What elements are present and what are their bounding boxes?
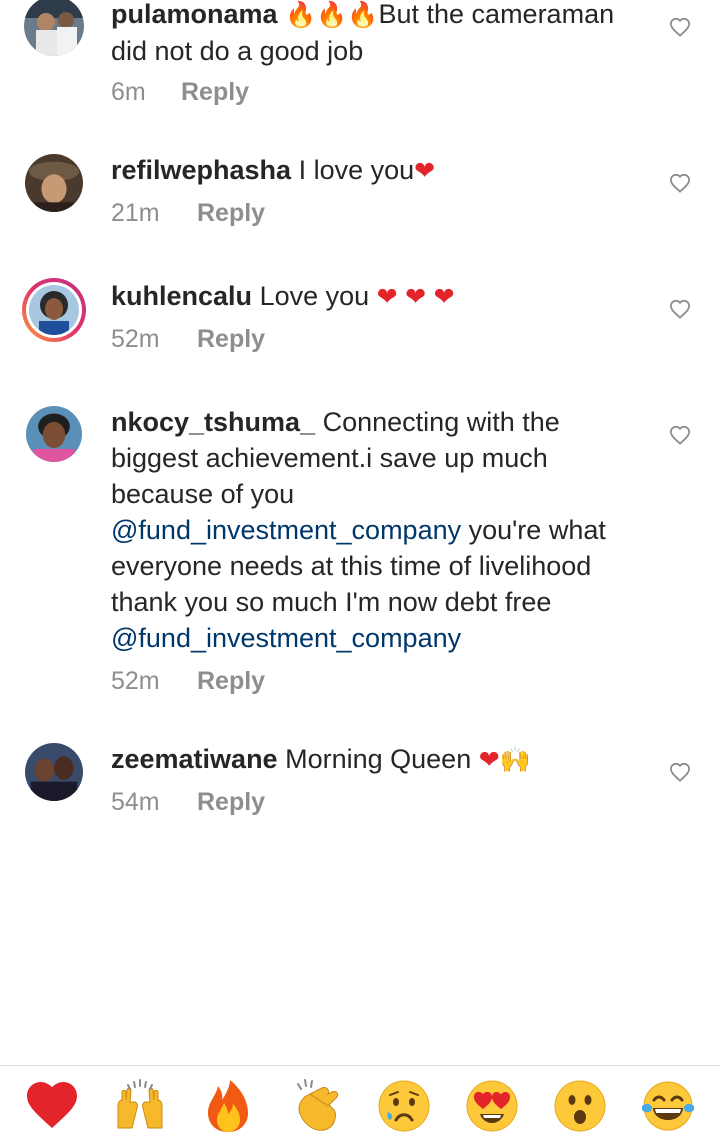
comment-meta: 52m Reply <box>111 665 265 697</box>
comment-body: you're what <box>468 515 606 545</box>
red-heart-emoji: ❤ <box>376 282 398 311</box>
sad-face-emoji[interactable] <box>373 1075 435 1137</box>
fire-emoji: 🔥 <box>316 0 348 29</box>
comment-body: everyone needs at this time of livelihoo… <box>111 551 592 581</box>
comment-body: did not do a good job <box>111 36 364 66</box>
comment-text: nkocy_tshuma_ Connecting with the bigges… <box>111 404 656 656</box>
avatar-photo <box>29 285 79 335</box>
like-heart-icon[interactable] <box>669 173 691 193</box>
comment-timestamp: 52m <box>111 667 160 695</box>
fire-emoji: 🔥 <box>347 0 379 29</box>
avatar[interactable] <box>22 278 86 342</box>
comment-meta: 21m Reply <box>111 197 265 229</box>
comment-meta: 54m Reply <box>111 786 265 818</box>
comments-screen: pulamonama 🔥🔥🔥But the cameraman did not … <box>0 0 720 1145</box>
surprised-face-emoji[interactable] <box>549 1075 611 1137</box>
comment-body: Connecting with the <box>322 407 560 437</box>
comment-body: because of you <box>111 479 295 509</box>
comment-text: pulamonama 🔥🔥🔥But the cameraman did not … <box>111 0 656 69</box>
comment-username[interactable]: nkocy_tshuma_ <box>111 407 315 437</box>
comment-timestamp: 52m <box>111 325 160 353</box>
like-heart-icon[interactable] <box>669 762 691 782</box>
raising-hands-emoji[interactable] <box>109 1075 171 1137</box>
fire-emoji[interactable] <box>197 1075 259 1137</box>
avatar[interactable] <box>25 154 83 212</box>
comment-body: thank you so much I'm now debt free <box>111 587 552 617</box>
comment-body: Morning Queen <box>285 744 472 774</box>
red-heart-emoji: ❤ <box>433 282 455 311</box>
comment-text: refilwephasha I love you❤ <box>111 152 656 189</box>
avatar[interactable] <box>25 743 83 801</box>
comment-body: Love you <box>259 281 370 311</box>
reply-button[interactable]: Reply <box>197 667 265 695</box>
avatar[interactable] <box>24 0 84 56</box>
comment-username[interactable]: zeematiwane <box>111 744 278 774</box>
like-heart-icon[interactable] <box>669 425 691 445</box>
reply-button[interactable]: Reply <box>197 325 265 353</box>
heart-eyes-emoji[interactable] <box>461 1075 523 1137</box>
comment-timestamp: 54m <box>111 788 160 816</box>
clapping-hands-emoji[interactable] <box>285 1075 347 1137</box>
comment-meta: 52m Reply <box>111 323 265 355</box>
tears-of-joy-emoji[interactable] <box>637 1075 699 1137</box>
emoji-reaction-bar <box>0 1066 720 1145</box>
mention-link[interactable]: @fund_investment_company <box>111 515 461 545</box>
red-heart-emoji[interactable] <box>21 1075 83 1137</box>
reply-button[interactable]: Reply <box>197 788 265 816</box>
reply-button[interactable]: Reply <box>197 199 265 227</box>
raising-hands-emoji: 🙌 <box>499 745 531 774</box>
comment-body: But the cameraman <box>378 0 615 29</box>
comment-text: kuhlencalu Love you ❤ ❤ ❤ <box>111 278 656 315</box>
comment-username[interactable]: refilwephasha <box>111 155 291 185</box>
avatar[interactable] <box>26 406 82 462</box>
comment-text: zeematiwane Morning Queen ❤🙌 <box>111 741 656 778</box>
comment-username[interactable]: kuhlencalu <box>111 281 252 311</box>
mention-link[interactable]: @fund_investment_company <box>111 623 461 653</box>
fire-emoji: 🔥 <box>285 0 317 29</box>
like-heart-icon[interactable] <box>669 299 691 319</box>
red-heart-emoji: ❤ <box>405 282 427 311</box>
comment-meta: 6m Reply <box>111 76 249 108</box>
red-heart-emoji: ❤ <box>478 745 500 774</box>
like-heart-icon[interactable] <box>669 17 691 37</box>
comment-timestamp: 6m <box>111 78 146 106</box>
comment-body: biggest achievement.i save up much <box>111 443 548 473</box>
comment-body: I love you <box>298 155 415 185</box>
reply-button[interactable]: Reply <box>181 78 249 106</box>
comment-timestamp: 21m <box>111 199 160 227</box>
red-heart-emoji: ❤ <box>414 156 436 185</box>
comment-username[interactable]: pulamonama <box>111 0 278 29</box>
